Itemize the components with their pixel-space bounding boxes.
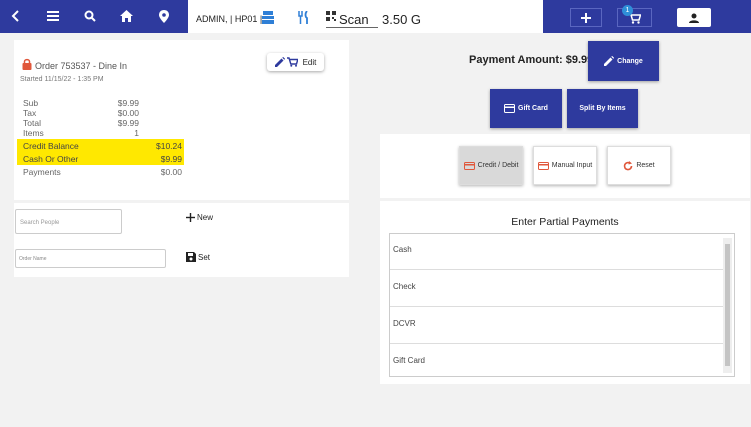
order-started-time: Started 11/15/22 - 1:35 PM [20, 76, 104, 83]
order-title: Order 753537 - Dine In [35, 61, 128, 71]
partial-payments-list: Cash Check DCVR Gift Card [389, 233, 735, 377]
payments-value: $0.00 [160, 167, 182, 177]
plus-icon [581, 12, 591, 23]
cash-or-other-label: Cash Or Other [23, 154, 79, 164]
partial-payments-title: Enter Partial Payments [511, 216, 619, 228]
qr-icon [326, 11, 336, 21]
search-people-input[interactable]: Search People [15, 209, 122, 234]
summary-total-value: $9.99 [117, 118, 139, 128]
credit-card-icon [463, 161, 475, 170]
version-label: 3.50 G [382, 12, 422, 27]
summary-tax-value: $0.00 [117, 108, 139, 118]
credit-debit-button[interactable]: Credit / Debit [459, 146, 523, 185]
reset-label: Reset [636, 162, 655, 169]
gift-card-button[interactable]: Gift Card [490, 89, 562, 128]
list-item[interactable]: Cash [390, 234, 726, 270]
payments-label: Payments [23, 167, 61, 177]
cash-or-other-value: $9.99 [160, 154, 182, 164]
list-item[interactable]: Gift Card [390, 345, 726, 376]
set-order-name-button[interactable]: Set [186, 252, 210, 262]
pencil-icon [604, 56, 615, 66]
location-icon[interactable] [156, 8, 172, 24]
credit-debit-label: Credit / Debit [477, 162, 519, 169]
back-icon[interactable] [8, 8, 24, 24]
add-button[interactable] [570, 8, 602, 27]
search-icon[interactable] [82, 8, 98, 24]
lock-icon [22, 57, 32, 70]
credit-balance-value: $10.24 [156, 141, 182, 151]
register-icon[interactable] [262, 11, 276, 25]
person-icon [689, 13, 699, 23]
split-label: Split By Items [579, 105, 626, 112]
card-icon [504, 104, 516, 113]
reset-button[interactable]: Reset [607, 146, 671, 185]
list-item[interactable]: DCVR [390, 308, 726, 344]
menu-icon[interactable] [45, 8, 61, 24]
plus-icon [186, 213, 195, 222]
edit-label: Edit [302, 57, 317, 67]
restaurant-icon[interactable] [298, 10, 312, 25]
split-by-items-button[interactable]: Split By Items [567, 89, 638, 128]
summary-items-value: 1 [134, 128, 139, 138]
credit-card-icon [537, 161, 549, 170]
scan-label: Scan [339, 12, 369, 27]
manual-input-label: Manual Input [551, 162, 593, 169]
order-name-input[interactable]: Order Name [15, 249, 166, 268]
payment-amount: Payment Amount: $9.99 [469, 54, 594, 66]
change-button[interactable]: Change [588, 41, 659, 81]
change-label: Change [617, 57, 643, 65]
manual-input-button[interactable]: Manual Input [533, 146, 597, 185]
new-label: New [197, 213, 214, 222]
set-label: Set [198, 252, 211, 262]
user-location-label: ADMIN, | HP01 | [196, 14, 263, 24]
account-button[interactable] [677, 8, 711, 27]
summary-sub-value: $9.99 [117, 98, 139, 108]
list-item[interactable]: Check [390, 271, 726, 307]
edit-order-button[interactable]: Edit [267, 53, 324, 71]
pencil-icon [274, 57, 285, 67]
cart-count-badge: 1 [622, 5, 633, 16]
gift-card-label: Gift Card [518, 105, 548, 112]
new-person-button[interactable]: New [186, 213, 213, 222]
save-icon [186, 252, 196, 262]
home-icon[interactable] [118, 8, 134, 24]
cart-icon [286, 57, 298, 67]
scrollbar-thumb[interactable] [725, 244, 730, 366]
refresh-icon [624, 160, 633, 170]
credit-balance-label: Credit Balance [23, 141, 79, 151]
